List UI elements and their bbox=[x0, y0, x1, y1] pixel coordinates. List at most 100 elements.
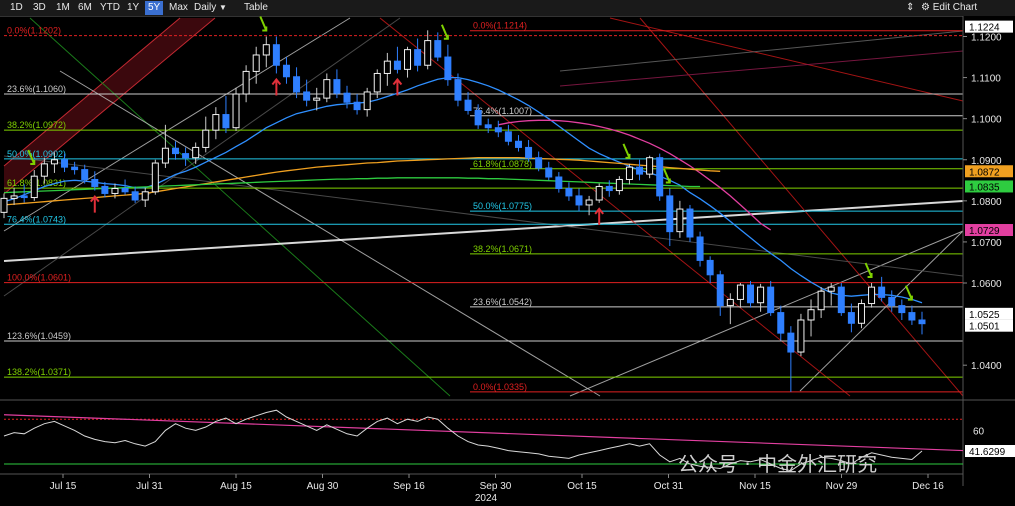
candle-body[interactable] bbox=[514, 140, 522, 148]
range-ytd-button[interactable]: YTD bbox=[100, 1, 120, 15]
candle-body[interactable] bbox=[636, 166, 644, 175]
candle-body[interactable] bbox=[373, 72, 381, 93]
range-3d-button[interactable]: 3D bbox=[33, 1, 46, 15]
candle-body[interactable] bbox=[474, 109, 482, 126]
candle-body[interactable] bbox=[50, 159, 58, 165]
candle-body[interactable] bbox=[101, 185, 109, 194]
candle-body[interactable] bbox=[303, 91, 311, 101]
candle-body[interactable] bbox=[767, 286, 775, 314]
candle-body[interactable] bbox=[545, 167, 553, 178]
candle-body[interactable] bbox=[20, 195, 28, 199]
candle-body[interactable] bbox=[333, 79, 341, 94]
candle-body[interactable] bbox=[252, 54, 260, 72]
candle-body[interactable] bbox=[686, 208, 694, 238]
candle-body[interactable] bbox=[575, 195, 583, 206]
candle-body[interactable] bbox=[141, 191, 149, 201]
candle-body[interactable] bbox=[857, 303, 865, 324]
candle-body[interactable] bbox=[353, 101, 361, 111]
candle-body[interactable] bbox=[747, 284, 755, 304]
candle-body[interactable] bbox=[837, 286, 845, 314]
candle-body[interactable] bbox=[827, 286, 835, 292]
candle-body[interactable] bbox=[0, 197, 8, 213]
candle-body[interactable] bbox=[404, 49, 412, 70]
candle-body[interactable] bbox=[484, 124, 492, 129]
range-1m-button[interactable]: 1M bbox=[56, 1, 70, 15]
candle-body[interactable] bbox=[161, 147, 169, 164]
candle-body[interactable] bbox=[676, 208, 684, 233]
chart-area[interactable]: 0.0%(1.1202) 23.6%(1.1060) 38.2%(1.0972) 50… bbox=[0, 16, 1015, 506]
candle-body[interactable] bbox=[777, 312, 785, 334]
edit-chart-button[interactable]: ⚙ Edit Chart bbox=[921, 1, 977, 15]
candle-body[interactable] bbox=[182, 153, 190, 159]
candle-body[interactable] bbox=[716, 274, 724, 307]
candle-body[interactable] bbox=[383, 60, 391, 74]
candle-body[interactable] bbox=[363, 91, 371, 111]
candle-body[interactable] bbox=[888, 296, 896, 307]
candle-body[interactable] bbox=[666, 195, 674, 233]
candle-body[interactable] bbox=[504, 131, 512, 142]
candle-body[interactable] bbox=[424, 40, 432, 66]
candle-body[interactable] bbox=[71, 166, 79, 171]
candle-body[interactable] bbox=[81, 169, 89, 180]
candle-body[interactable] bbox=[807, 309, 815, 321]
candle-body[interactable] bbox=[555, 176, 563, 190]
candle-body[interactable] bbox=[61, 159, 69, 168]
candle-body[interactable] bbox=[726, 298, 734, 307]
candle-body[interactable] bbox=[262, 44, 270, 56]
candle-body[interactable] bbox=[868, 286, 876, 305]
candle-body[interactable] bbox=[565, 188, 573, 197]
arrow-up-down-icon[interactable]: ⇕ bbox=[906, 1, 914, 15]
candle-body[interactable] bbox=[757, 286, 765, 304]
candle-body[interactable] bbox=[111, 188, 119, 194]
candle-body[interactable] bbox=[192, 146, 200, 159]
candle-body[interactable] bbox=[434, 40, 442, 58]
candle-body[interactable] bbox=[535, 157, 543, 169]
candle-body[interactable] bbox=[10, 195, 18, 199]
candle-body[interactable] bbox=[464, 99, 472, 111]
candle-body[interactable] bbox=[454, 79, 462, 101]
candle-body[interactable] bbox=[131, 191, 139, 201]
candle-body[interactable] bbox=[40, 163, 48, 177]
candle-body[interactable] bbox=[494, 127, 502, 133]
candle-body[interactable] bbox=[736, 284, 744, 300]
candle-body[interactable] bbox=[121, 188, 129, 193]
candle-body[interactable] bbox=[625, 166, 633, 180]
candle-body[interactable] bbox=[898, 305, 906, 314]
range-max-button[interactable]: Max bbox=[169, 1, 188, 15]
candle-body[interactable] bbox=[918, 319, 926, 325]
candle-body[interactable] bbox=[706, 259, 714, 276]
candle-body[interactable] bbox=[595, 185, 603, 201]
candle-body[interactable] bbox=[878, 286, 886, 298]
candle-body[interactable] bbox=[615, 178, 623, 192]
interval-select[interactable]: Daily ▼ bbox=[194, 1, 227, 15]
candle-body[interactable] bbox=[202, 129, 210, 148]
candle-body[interactable] bbox=[282, 64, 290, 78]
candle-body[interactable] bbox=[393, 60, 401, 70]
candle-body[interactable] bbox=[323, 79, 331, 99]
range-5y-button[interactable]: 5Y bbox=[145, 1, 164, 15]
candle-body[interactable] bbox=[444, 56, 452, 81]
candle-body[interactable] bbox=[293, 76, 301, 93]
candle-body[interactable] bbox=[272, 44, 280, 66]
candle-body[interactable] bbox=[343, 92, 351, 103]
candle-body[interactable] bbox=[797, 319, 805, 353]
range-1d-button[interactable]: 1D bbox=[10, 1, 23, 15]
candle-body[interactable] bbox=[656, 157, 664, 197]
candle-body[interactable] bbox=[222, 114, 230, 129]
candle-body[interactable] bbox=[242, 70, 250, 95]
candle-body[interactable] bbox=[313, 97, 321, 101]
candle-body[interactable] bbox=[414, 49, 422, 66]
candle-body[interactable] bbox=[605, 185, 613, 192]
candle-body[interactable] bbox=[232, 93, 240, 129]
candle-body[interactable] bbox=[91, 178, 99, 187]
candle-body[interactable] bbox=[908, 312, 916, 321]
candle-body[interactable] bbox=[525, 146, 533, 159]
candle-body[interactable] bbox=[787, 332, 795, 353]
candle-body[interactable] bbox=[817, 290, 825, 311]
candle-body[interactable] bbox=[171, 147, 179, 155]
range-1y-button[interactable]: 1Y bbox=[127, 1, 139, 15]
candle-body[interactable] bbox=[696, 236, 704, 261]
candle-body[interactable] bbox=[212, 114, 220, 131]
range-6m-button[interactable]: 6M bbox=[78, 1, 92, 15]
candle-body[interactable] bbox=[30, 175, 38, 199]
